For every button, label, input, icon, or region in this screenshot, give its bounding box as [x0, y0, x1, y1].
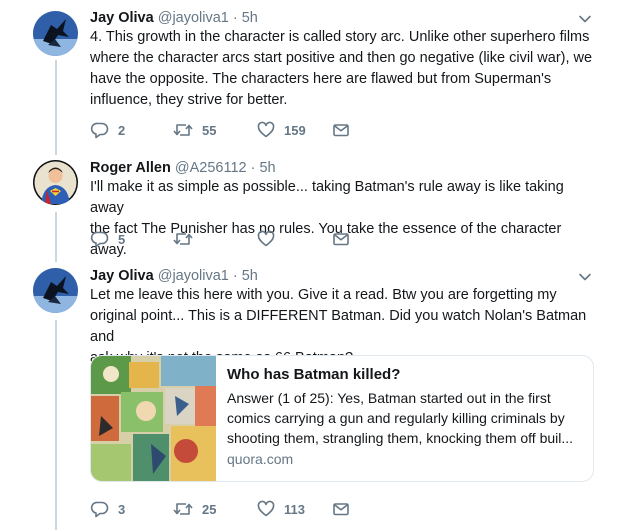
retweet-icon	[173, 503, 193, 515]
like-count: 113	[284, 501, 305, 517]
tweet-actions: 2 55 159	[90, 119, 510, 141]
author-name[interactable]: Jay Oliva	[90, 268, 154, 284]
envelope-icon	[333, 233, 349, 246]
tweet-text-line: Let me leave this here with you. Give it…	[90, 287, 557, 303]
author-name[interactable]: Jay Oliva	[90, 10, 154, 26]
heart-icon	[257, 230, 275, 247]
reply-count: 2	[118, 122, 126, 138]
chevron-down-icon[interactable]	[578, 270, 592, 284]
avatar-image	[33, 160, 78, 205]
tweet-actions: 5	[90, 228, 510, 250]
retweet-count: 55	[202, 122, 217, 138]
like-button[interactable]: 113	[256, 498, 305, 520]
card-title[interactable]: Who has Batman killed?	[227, 365, 582, 385]
heart-icon	[257, 121, 275, 138]
avatar[interactable]	[33, 11, 78, 56]
reply-icon	[90, 122, 109, 139]
tweet-text-line: influence, they strive for better.	[90, 92, 288, 108]
timestamp[interactable]: · 5h	[233, 10, 258, 26]
retweet-icon	[173, 233, 193, 245]
card-domain: quora.com	[227, 451, 294, 467]
author-handle[interactable]: @A256112	[175, 160, 247, 176]
card-thumbnail	[91, 356, 216, 481]
timestamp[interactable]: · 5h	[233, 268, 258, 284]
reply-count: 5	[118, 231, 126, 247]
retweet-button[interactable]: 55	[172, 119, 216, 141]
tweet-text-line: I'll make it as simple as possible... ta…	[90, 179, 564, 216]
author-handle[interactable]: @jayoliva1	[158, 10, 229, 26]
avatar-image	[33, 11, 78, 56]
avatar-image	[33, 268, 78, 313]
tweet[interactable]: Jay Oliva @jayoliva1 · 5h 4. This growth…	[0, 8, 619, 143]
direct-message-button[interactable]	[332, 119, 350, 141]
like-button[interactable]	[256, 228, 284, 250]
direct-message-button[interactable]	[332, 228, 350, 250]
like-button[interactable]: 159	[256, 119, 306, 141]
tweet-text-line: have the opposite. The characters here a…	[90, 71, 552, 87]
card-description-line: Answer (1 of 25): Yes, Batman started ou…	[227, 390, 551, 406]
reply-button[interactable]: 3	[90, 498, 125, 520]
avatar[interactable]	[33, 160, 78, 205]
timestamp[interactable]: · 5h	[251, 160, 276, 176]
card-description-line: comics carrying a gun and regularly kill…	[227, 410, 565, 426]
tweet-text-line: 4. This growth in the character is calle…	[90, 29, 590, 45]
reply-button[interactable]: 5	[90, 228, 125, 250]
retweet-count: 25	[202, 501, 217, 517]
heart-icon	[257, 500, 275, 517]
tweet-text: 4. This growth in the character is calle…	[90, 27, 595, 111]
retweet-button[interactable]	[172, 228, 202, 250]
link-card[interactable]: Who has Batman killed? Answer (1 of 25):…	[90, 355, 594, 482]
tweet[interactable]: Roger Allen @A256112 · 5h I'll make it a…	[0, 158, 619, 258]
author-name[interactable]: Roger Allen	[90, 160, 171, 176]
direct-message-button[interactable]	[332, 498, 350, 520]
tweet-text-line: where the character arcs start positive …	[90, 50, 593, 66]
retweet-icon	[173, 124, 193, 136]
card-description: Answer (1 of 25): Yes, Batman started ou…	[227, 388, 582, 448]
chevron-down-icon[interactable]	[578, 12, 592, 26]
reply-icon	[90, 501, 109, 518]
like-count: 159	[284, 122, 306, 138]
envelope-icon	[333, 124, 349, 137]
tweet-text-line: original point... This is a DIFFERENT Ba…	[90, 308, 587, 345]
retweet-button[interactable]: 25	[172, 498, 216, 520]
card-thumbnail-illustration	[91, 356, 216, 481]
card-description-line: shooting them, strangling them, knocking…	[227, 430, 574, 446]
envelope-icon	[333, 503, 349, 516]
avatar[interactable]	[33, 268, 78, 313]
reply-icon	[90, 231, 109, 248]
author-handle[interactable]: @jayoliva1	[158, 268, 229, 284]
reply-button[interactable]: 2	[90, 119, 125, 141]
reply-count: 3	[118, 501, 126, 517]
tweet-actions: 3 25 113	[90, 498, 510, 520]
